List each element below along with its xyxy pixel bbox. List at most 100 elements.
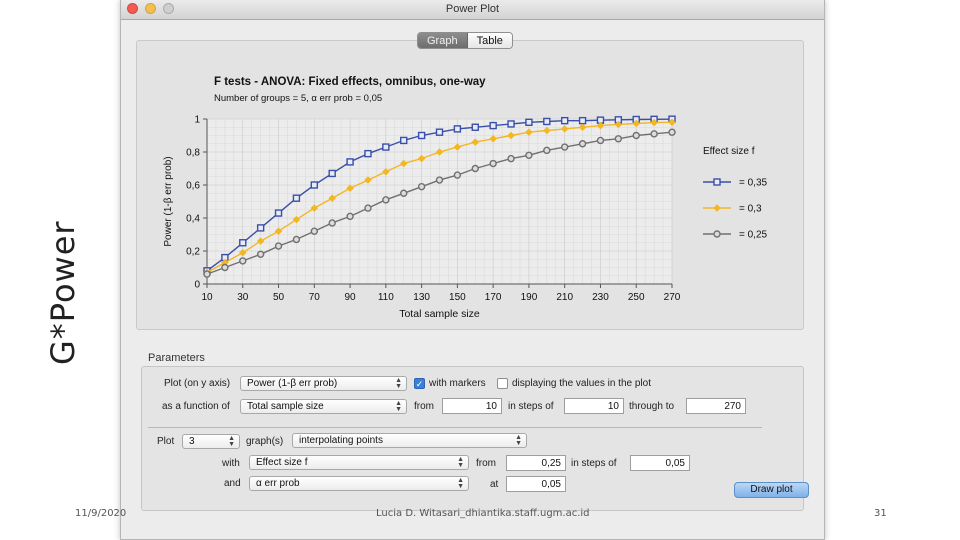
plot-label: Plot — [157, 436, 175, 447]
footer-page-number: 31 — [874, 508, 887, 519]
updown-arrow-icon: ▲ ▼ — [457, 456, 464, 469]
data-point — [400, 189, 408, 197]
data-point — [543, 117, 551, 126]
x-tick-label: 270 — [664, 292, 681, 303]
data-point — [310, 227, 319, 235]
plot-count-select[interactable]: 3 ▲ ▼ — [182, 434, 240, 449]
with-markers-checkbox[interactable]: ✓ — [414, 378, 425, 389]
data-point — [346, 158, 354, 166]
data-point — [417, 131, 426, 140]
data-point — [507, 154, 515, 163]
through-field[interactable]: 270 — [686, 398, 746, 414]
data-point — [471, 123, 479, 131]
chart-title: F tests - ANOVA: Fixed effects, omnibus,… — [214, 76, 486, 88]
tab-graph[interactable]: Graph — [418, 33, 468, 48]
function-of-label: as a function of — [162, 401, 230, 412]
y-axis-label: Power (1-β err prob) — [163, 156, 174, 246]
x-tick-label: 70 — [309, 292, 321, 303]
from-field[interactable]: 10 — [442, 398, 502, 414]
legend-marker — [713, 230, 721, 238]
through-label: through to — [629, 401, 675, 412]
window-title: Power Plot — [445, 3, 500, 15]
data-point — [203, 270, 211, 278]
data-point — [328, 169, 336, 178]
graph-mode-value: interpolating points — [299, 435, 383, 446]
chart-subtitle: Number of groups = 5, α err prob = 0,05 — [214, 93, 382, 104]
data-point — [435, 128, 444, 136]
steps-field[interactable]: 10 — [564, 398, 624, 414]
legend-label: = 0,3 — [739, 204, 762, 215]
with-steps-field[interactable]: 0,05 — [630, 455, 690, 471]
with-value: Effect size f — [256, 457, 308, 468]
graph-mode-select[interactable]: interpolating points ▲ ▼ — [292, 433, 527, 448]
x-tick-label: 10 — [201, 292, 213, 303]
data-point — [578, 116, 587, 125]
data-point — [274, 209, 283, 217]
at-field[interactable]: 0,05 — [506, 476, 566, 492]
x-tick-label: 90 — [345, 292, 357, 303]
function-of-select[interactable]: Total sample size ▲ ▼ — [240, 399, 407, 414]
y-tick-label: 0,2 — [186, 247, 200, 258]
data-point — [417, 182, 426, 191]
data-point — [310, 181, 319, 189]
x-tick-label: 150 — [449, 292, 466, 303]
x-tick-label: 230 — [592, 292, 609, 303]
at-label: at — [490, 479, 499, 490]
and-value: α err prob — [256, 478, 300, 489]
legend-marker — [713, 204, 721, 212]
with-from-label: from — [476, 458, 496, 469]
legend-label: = 0,25 — [739, 230, 768, 241]
footer-date: 11/9/2020 — [75, 508, 127, 519]
plot-count-value: 3 — [189, 436, 195, 447]
data-point — [364, 204, 372, 212]
updown-arrow-icon: ▲ ▼ — [228, 435, 235, 448]
with-select[interactable]: Effect size f ▲ ▼ — [249, 455, 469, 470]
plot-on-y-select[interactable]: Power (1-β err prob) ▲ ▼ — [240, 376, 407, 391]
draw-plot-button[interactable]: Draw plot — [734, 482, 809, 498]
y-tick-label: 0,6 — [186, 181, 200, 192]
title-bar: Power Plot — [121, 0, 824, 20]
data-point — [256, 224, 265, 232]
x-tick-label: 130 — [413, 292, 430, 303]
and-label: and — [224, 478, 241, 489]
parameters-label: Parameters — [148, 352, 205, 364]
display-values-checkbox[interactable] — [497, 378, 508, 389]
data-point — [274, 242, 283, 250]
x-tick-label: 190 — [521, 292, 538, 303]
data-point — [382, 196, 390, 204]
data-point — [525, 118, 533, 127]
data-point — [578, 140, 587, 148]
y-tick-label: 0,8 — [186, 148, 200, 159]
with-from-field[interactable]: 0,25 — [506, 455, 566, 471]
data-point — [560, 116, 569, 125]
data-point — [489, 121, 497, 130]
data-point — [489, 159, 497, 168]
tab-table[interactable]: Table — [467, 33, 512, 48]
data-point — [256, 250, 265, 259]
data-point — [453, 171, 462, 179]
slide: G*Power Power Plot Graph Table F tests -… — [0, 0, 960, 540]
updown-arrow-icon: ▲ ▼ — [395, 400, 402, 413]
data-point — [364, 149, 372, 158]
data-point — [632, 131, 640, 140]
data-point — [453, 125, 462, 133]
y-tick-label: 0 — [194, 280, 200, 291]
x-tick-label: 250 — [628, 292, 645, 303]
steps-label: in steps of — [508, 401, 554, 412]
graphs-label: graph(s) — [246, 436, 284, 447]
y-tick-label: 0,4 — [186, 214, 200, 225]
legend-marker — [713, 178, 721, 186]
footer-source: Lucia D. Witasari_dhiantika.staff.ugm.ac… — [376, 508, 590, 519]
display-values-label: displaying the values in the plot — [512, 378, 651, 389]
x-axis-label: Total sample size — [399, 308, 480, 320]
divider — [148, 427, 762, 428]
and-select[interactable]: α err prob ▲ ▼ — [249, 476, 469, 491]
x-tick-label: 210 — [556, 292, 573, 303]
graph-panel: F tests - ANOVA: Fixed effects, omnibus,… — [136, 40, 804, 330]
data-point — [668, 128, 676, 136]
x-tick-label: 110 — [378, 292, 394, 303]
parameters-panel: Plot (on y axis) Power (1-β err prob) ▲ ▼… — [141, 366, 809, 511]
updown-arrow-icon: ▲ ▼ — [457, 477, 464, 490]
function-of-value: Total sample size — [247, 401, 324, 412]
data-point — [221, 263, 229, 272]
